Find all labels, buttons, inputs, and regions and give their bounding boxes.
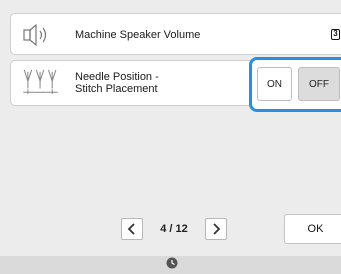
speaker-volume-row: Machine Speaker Volume 3 [10, 13, 341, 55]
speaker-volume-value[interactable]: 3 [331, 28, 341, 40]
speaker-volume-label: Machine Speaker Volume [75, 29, 201, 41]
prev-page-button[interactable] [121, 218, 143, 240]
page-indicator: 4 / 12 [143, 223, 205, 235]
chevron-right-icon [213, 223, 221, 235]
clock-icon[interactable] [166, 257, 178, 269]
needle-position-toggle: ON OFF [249, 57, 341, 112]
ok-button[interactable]: OK [284, 214, 341, 244]
off-button[interactable]: OFF [298, 67, 340, 101]
needle-label-line1: Needle Position - [75, 71, 159, 83]
needle-position-label: Needle Position - Stitch Placement [75, 71, 159, 95]
pager: 4 / 12 [121, 217, 227, 241]
needle-label-line2: Stitch Placement [75, 83, 158, 95]
current-page: 4 [160, 223, 167, 235]
chevron-left-icon [127, 223, 135, 235]
total-pages: 12 [175, 223, 188, 235]
next-page-button[interactable] [205, 218, 227, 240]
page-separator: / [169, 223, 173, 235]
needle-position-icon [23, 69, 58, 95]
settings-panel: Machine Speaker Volume 3 Needle Position… [0, 0, 341, 256]
volume-value-box: 3 [331, 28, 340, 40]
on-button[interactable]: ON [257, 67, 292, 101]
speaker-volume-icon [23, 23, 47, 47]
